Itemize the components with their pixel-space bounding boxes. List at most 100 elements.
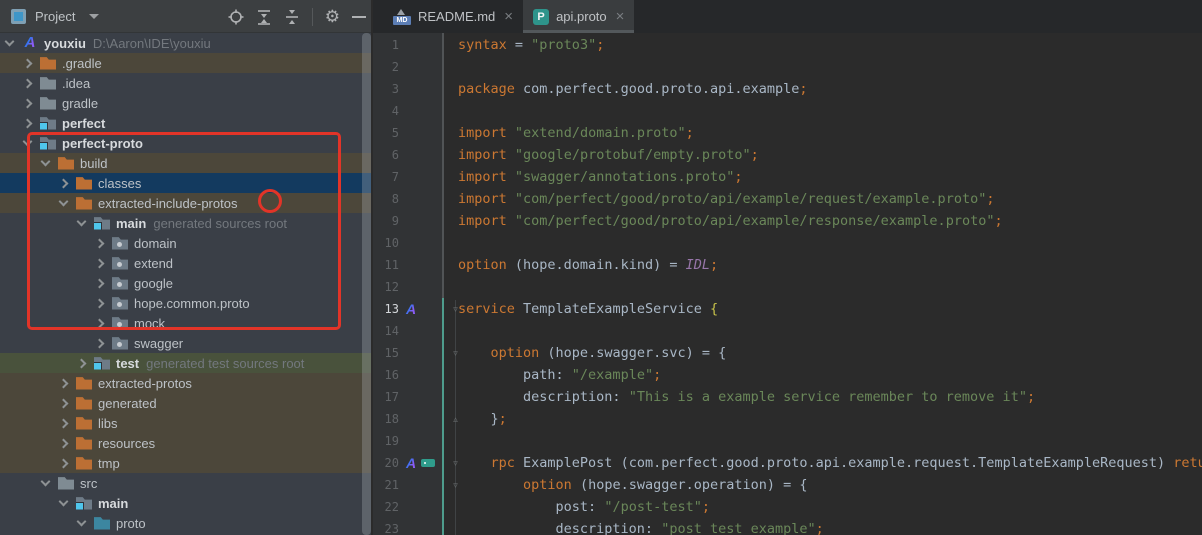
tree-item-libs[interactable]: libs (0, 413, 372, 433)
code-token: option (490, 345, 540, 361)
chevron-right-icon[interactable] (94, 278, 105, 288)
code-line-15[interactable]: option (hope.swagger.svc) = { (458, 342, 727, 364)
tree-item-swagger[interactable]: swagger (0, 333, 372, 353)
tree-item-mock[interactable]: mock (0, 313, 372, 333)
tree-item-src[interactable]: src (0, 473, 372, 493)
tree-item-build[interactable]: build (0, 153, 372, 173)
gutter-logo-icon[interactable]: A (404, 298, 418, 320)
chevron-right-icon[interactable] (94, 238, 105, 248)
close-icon[interactable]: × (616, 9, 625, 24)
tree-item-generated[interactable]: generated (0, 393, 372, 413)
code-line-23[interactable]: description: "post test example"; (458, 518, 824, 535)
tab-readme-md[interactable]: MD README.md × (383, 0, 523, 33)
code-line-16[interactable]: path: "/example"; (458, 364, 661, 386)
tree-item-test[interactable]: test generated test sources root (0, 353, 372, 373)
source-root-note: generated sources root (153, 215, 288, 231)
chevron-right-icon[interactable] (94, 338, 105, 348)
code-line-8[interactable]: import "com/perfect/good/proto/api/examp… (458, 188, 994, 210)
tree-item-label: perfect (62, 115, 106, 131)
source-root-note: generated test sources root (146, 355, 305, 371)
tree-item-main[interactable]: main (0, 493, 372, 513)
chevron-right-icon[interactable] (22, 118, 33, 128)
chevron-right-icon[interactable] (58, 418, 69, 428)
chevron-right-icon[interactable] (94, 298, 105, 308)
chevron-right-icon[interactable] (76, 358, 87, 368)
code-line-11[interactable]: option (hope.domain.kind) = IDL; (458, 254, 718, 276)
tree-item-main[interactable]: main generated sources root (0, 213, 372, 233)
tree-item--idea[interactable]: .idea (0, 73, 372, 93)
tree-item-gradle[interactable]: gradle (0, 93, 372, 113)
code-line-7[interactable]: import "swagger/annotations.proto"; (458, 166, 743, 188)
ide-window: Project ⚙ A youxiu D:\Aaron\IDE\youxiu .… (0, 0, 1202, 535)
chevron-down-icon[interactable] (22, 136, 33, 147)
code-line-6[interactable]: import "google/protobuf/empty.proto"; (458, 144, 759, 166)
line-number: 22 (384, 500, 399, 514)
chevron-right-icon[interactable] (58, 178, 69, 188)
code-line-20[interactable]: rpc ExamplePost (com.perfect.good.proto.… (458, 452, 1202, 474)
code-viewport[interactable]: syntax = "proto3"; package com.perfect.go… (444, 33, 1202, 535)
chevron-right-icon[interactable] (94, 318, 105, 328)
tree-item-google[interactable]: google (0, 273, 372, 293)
close-icon[interactable]: × (504, 9, 513, 24)
chevron-down-icon[interactable] (76, 516, 87, 527)
code-line-13[interactable]: service TemplateExampleService { (458, 298, 718, 320)
chevron-down-icon[interactable] (58, 196, 69, 207)
expand-all-icon[interactable] (256, 9, 272, 25)
chevron-right-icon[interactable] (22, 58, 33, 68)
code-line-3[interactable]: package com.perfect.good.proto.api.examp… (458, 78, 808, 100)
code-line-5[interactable]: import "extend/domain.proto"; (458, 122, 694, 144)
chevron-down-icon[interactable] (4, 36, 15, 47)
collapse-all-icon[interactable] (284, 9, 300, 25)
project-tool-window-icon[interactable] (11, 8, 26, 24)
tree-item--gradle[interactable]: .gradle (0, 53, 372, 73)
code-line-18[interactable]: }; (458, 408, 507, 430)
chevron-down-icon[interactable] (40, 476, 51, 487)
hide-panel-icon[interactable] (352, 15, 366, 18)
code-line-17[interactable]: description: "This is a example service … (458, 386, 1035, 408)
chevron-right-icon[interactable] (58, 458, 69, 468)
tree-item-youxiu[interactable]: Ayouxiu D:\Aaron\IDE\youxiu (0, 33, 372, 53)
tree-item-label: hope.common.proto (134, 295, 250, 311)
project-panel-title[interactable]: Project (35, 9, 75, 24)
tree-item-extracted-include-protos[interactable]: extracted-include-protos (0, 193, 372, 213)
tree-item-classes[interactable]: classes (0, 173, 372, 193)
tree-scrollbar[interactable] (362, 33, 371, 535)
code-line-21[interactable]: option (hope.swagger.operation) = { (458, 474, 807, 496)
tree-item-label: youxiu (44, 35, 86, 51)
code-line-9[interactable]: import "com/perfect/good/proto/api/examp… (458, 210, 1003, 232)
chevron-right-icon[interactable] (94, 258, 105, 268)
gutter-logo-icon[interactable]: A (404, 452, 418, 474)
code-line-1[interactable]: syntax = "proto3"; (458, 34, 604, 56)
tree-item-perfect-proto[interactable]: perfect-proto (0, 133, 372, 153)
chevron-right-icon[interactable] (58, 378, 69, 388)
tree-item-domain[interactable]: domain (0, 233, 372, 253)
chevron-right-icon[interactable] (58, 438, 69, 448)
gutter-api-icon[interactable] (421, 459, 435, 467)
locate-file-icon[interactable] (228, 9, 244, 25)
chevron-right-icon[interactable] (22, 98, 33, 108)
tree-item-perfect[interactable]: perfect (0, 113, 372, 133)
folder-icon (76, 197, 92, 210)
tree-item-proto[interactable]: proto (0, 513, 372, 533)
tree-item-tmp[interactable]: tmp (0, 453, 372, 473)
tree-item-extend[interactable]: extend (0, 253, 372, 273)
chevron-down-icon[interactable] (40, 156, 51, 167)
code-token: import (458, 125, 507, 141)
tree-item-label: domain (134, 235, 177, 251)
tree-item-resources[interactable]: resources (0, 433, 372, 453)
chevron-right-icon[interactable] (58, 398, 69, 408)
tree-item-extracted-protos[interactable]: extracted-protos (0, 373, 372, 393)
tab-api-proto[interactable]: P api.proto × (523, 0, 635, 33)
settings-gear-icon[interactable]: ⚙ (325, 8, 340, 25)
line-number: 3 (391, 82, 399, 96)
chevron-down-icon[interactable] (76, 216, 87, 227)
code-token: path: (458, 367, 572, 383)
chevron-right-icon[interactable] (22, 78, 33, 88)
code-token: ; (734, 169, 743, 185)
code-line-22[interactable]: post: "/post-test"; (458, 496, 710, 518)
chevron-down-icon[interactable] (58, 496, 69, 507)
tree-item-hope-common-proto[interactable]: hope.common.proto (0, 293, 372, 313)
chevron-down-icon[interactable] (89, 13, 100, 19)
code-token: "com/perfect/good/proto/api/example/requ… (514, 191, 987, 207)
